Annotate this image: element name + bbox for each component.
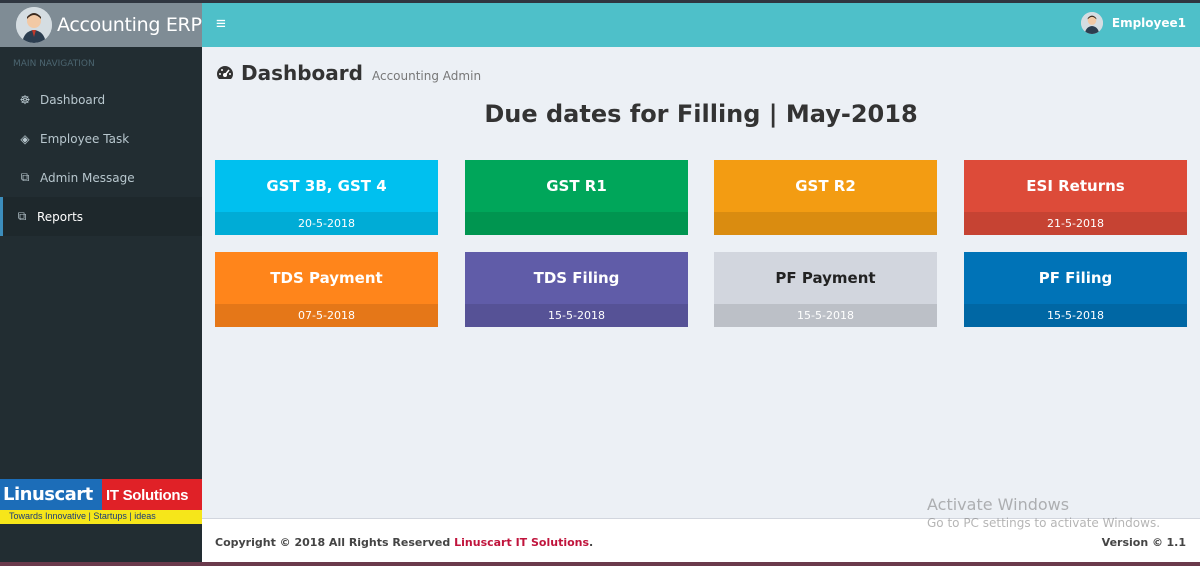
user-avatar — [16, 7, 52, 43]
app-logo[interactable]: Accounting ERP — [0, 0, 202, 47]
message-icon: ⧉ — [20, 170, 30, 184]
sidebar-item-label: Dashboard — [40, 92, 106, 107]
due-dates-title: Due dates for Filling | May-2018 — [484, 100, 918, 128]
company-link[interactable]: Linuscart IT Solutions — [454, 536, 589, 549]
version-label: Version © — [1101, 536, 1163, 549]
user-name: Employee1 — [1111, 16, 1186, 30]
nav-header: MAIN NAVIGATION — [13, 59, 95, 69]
app-title: Accounting ERP — [57, 14, 202, 36]
due-box-title: GST R1 — [546, 177, 607, 195]
user-avatar-small — [1080, 12, 1103, 34]
due-box-title: TDS Payment — [270, 269, 383, 287]
sidebar-item-label: Reports — [37, 209, 84, 224]
due-box-pf-filing[interactable]: PF Filing 15-5-2018 — [964, 252, 1187, 327]
user-menu[interactable]: Employee1 — [1080, 12, 1186, 34]
due-box-date: 21-5-2018 — [964, 212, 1187, 235]
due-box-gst-r2[interactable]: GST R2 — [714, 160, 937, 235]
sidebar-item-label: Admin Message — [40, 170, 135, 185]
tasks-icon: ◈ — [20, 131, 30, 146]
due-box-title: TDS Filing — [533, 269, 620, 287]
taskbar-strip — [0, 562, 1200, 566]
brand-tagline: Towards Innovative | Startups | ideas — [0, 510, 202, 524]
brand-name-part-a: Linuscart — [0, 479, 102, 510]
due-box-date: 15-5-2018 — [714, 304, 937, 327]
dashboard-icon — [215, 63, 235, 83]
top-navbar: ≡ Employee1 — [202, 0, 1200, 47]
watermark-line-2: Go to PC settings to activate Windows. — [927, 516, 1161, 530]
page-subtitle: Accounting Admin — [371, 69, 482, 83]
reports-icon: ⧉ — [17, 209, 27, 223]
due-box-title: PF Payment — [775, 269, 876, 287]
due-box-title: GST 3B, GST 4 — [266, 177, 387, 195]
content-header: Dashboard Accounting Admin — [215, 60, 481, 85]
due-box-date — [465, 212, 688, 235]
due-box-tds-payment[interactable]: TDS Payment 07-5-2018 — [215, 252, 438, 327]
sidebar-item-label: Employee Task — [40, 131, 130, 146]
due-box-date: 20-5-2018 — [215, 212, 438, 235]
copyright-text: Copyright © 2018 All Rights Reserved Lin… — [215, 536, 593, 549]
due-box-gst-3b[interactable]: GST 3B, GST 4 20-5-2018 — [215, 160, 438, 235]
copyright-period: . — [589, 536, 594, 549]
version-text: Version © 1.1 — [1102, 536, 1186, 549]
due-box-title: GST R2 — [795, 177, 856, 195]
due-box-esi-returns[interactable]: ESI Returns 21-5-2018 — [964, 160, 1187, 235]
due-box-date: 15-5-2018 — [964, 304, 1187, 327]
due-box-date — [714, 212, 937, 235]
due-box-date: 15-5-2018 — [465, 304, 688, 327]
due-box-date: 07-5-2018 — [215, 304, 438, 327]
sidebar-item-reports[interactable]: ⧉ Reports — [0, 197, 202, 236]
menu-toggle-icon[interactable]: ≡ — [216, 14, 226, 34]
due-box-tds-filing[interactable]: TDS Filing 15-5-2018 — [465, 252, 688, 327]
windows-activation-watermark: Activate Windows Go to PC settings to ac… — [927, 495, 1160, 530]
version-number: 1.1 — [1166, 536, 1187, 549]
due-box-title: PF Filing — [1038, 269, 1113, 287]
page-title: Dashboard — [241, 61, 363, 85]
sidebar-item-dashboard[interactable]: ☸ Dashboard — [0, 80, 202, 119]
due-box-gst-r1[interactable]: GST R1 — [465, 160, 688, 235]
due-box-title: ESI Returns — [1026, 177, 1125, 195]
sidebar-item-employee-task[interactable]: ◈ Employee Task — [0, 119, 202, 158]
copyright-prefix: Copyright © 2018 All Rights Reserved — [215, 536, 451, 549]
due-box-pf-payment[interactable]: PF Payment 15-5-2018 — [714, 252, 937, 327]
watermark-line-1: Activate Windows — [927, 495, 1070, 514]
company-logo: Linuscart IT Solutions Towards Innovativ… — [0, 479, 202, 524]
dashboard-icon: ☸ — [19, 92, 31, 107]
sidebar-item-admin-message[interactable]: ⧉ Admin Message — [0, 158, 202, 197]
brand-name-part-b: IT Solutions — [102, 479, 202, 510]
